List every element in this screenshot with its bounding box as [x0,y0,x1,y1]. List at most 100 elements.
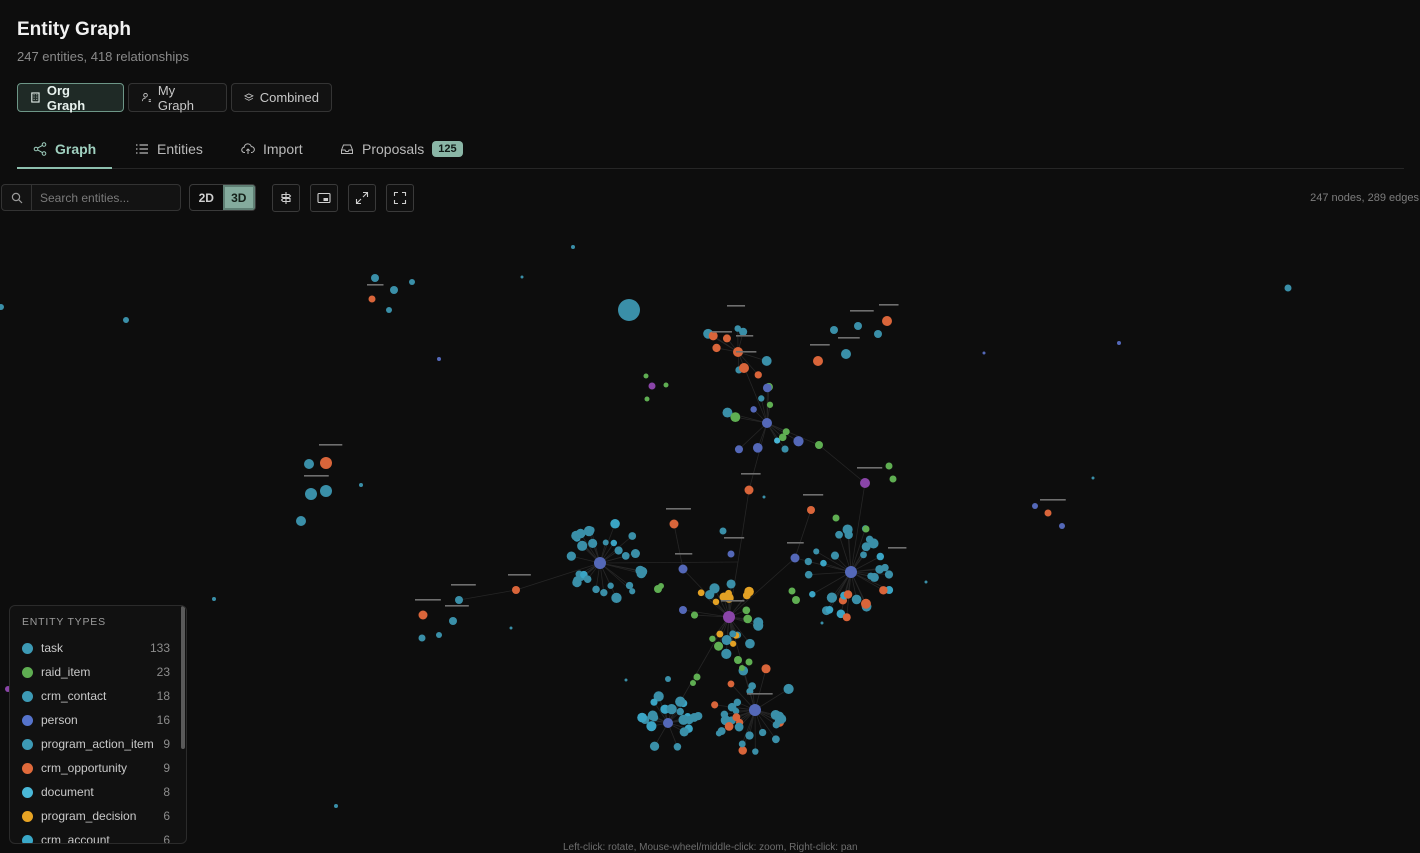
graph-node[interactable] [781,445,788,452]
graph-node[interactable] [691,612,698,619]
graph-node[interactable] [123,317,129,323]
graph-node[interactable] [690,680,696,686]
graph-node[interactable] [739,665,745,671]
legend-item-crm-account[interactable]: crm_account6 [22,831,170,844]
graph-node[interactable] [625,679,628,682]
graph-node[interactable] [789,588,796,595]
graph-node[interactable] [369,296,376,303]
graph-node[interactable] [844,590,853,599]
graph-node[interactable] [730,412,740,422]
labels-toggle-button[interactable] [272,184,300,212]
graph-node[interactable] [745,486,754,495]
graph-node[interactable] [638,567,647,576]
graph-node[interactable] [727,579,736,588]
graph-node[interactable] [521,276,524,279]
graph-node[interactable] [1059,523,1065,529]
graph-node[interactable] [670,520,679,529]
graph-node[interactable] [0,304,4,310]
graph-node[interactable] [758,395,764,401]
graph-node[interactable] [772,735,780,743]
graph-node[interactable] [870,573,879,582]
tab-graph[interactable]: Graph [33,131,96,167]
graph-node[interactable] [667,704,677,714]
graph-node[interactable] [720,528,727,535]
graph-node[interactable] [571,245,575,249]
graph-node[interactable] [791,554,800,563]
graph-node[interactable] [1092,477,1095,480]
graph-node[interactable] [807,506,815,514]
graph-node[interactable] [833,515,840,522]
graph-node[interactable] [761,664,770,673]
graph-node[interactable] [305,488,317,500]
graph-node[interactable] [732,713,740,721]
graph-node[interactable] [386,307,392,313]
graph-node[interactable] [637,713,647,723]
graph-node[interactable] [709,331,718,340]
graph-node[interactable] [841,349,851,359]
graph-node[interactable] [618,299,640,321]
graph-node[interactable] [676,708,683,715]
graph-node[interactable] [711,701,718,708]
graph-node[interactable] [877,553,885,561]
graph-node[interactable] [573,576,580,583]
graph-node[interactable] [694,674,701,681]
graph-node[interactable] [734,699,741,706]
graph-node[interactable] [845,531,853,539]
graph-node[interactable] [755,371,762,378]
graph-node[interactable] [629,588,635,594]
graph-node[interactable] [830,326,838,334]
graph-node[interactable] [863,526,870,533]
graph-node[interactable] [762,418,772,428]
graph-node[interactable] [644,374,649,379]
graph-node[interactable] [716,631,723,638]
graph-node[interactable] [698,589,705,596]
minimap-button[interactable] [310,184,338,212]
graph-node[interactable] [805,558,812,565]
graph-node[interactable] [821,622,824,625]
graph-node[interactable] [809,591,815,597]
graph-node[interactable] [296,516,306,526]
graph-node[interactable] [749,704,761,716]
graph-node[interactable] [631,549,640,558]
graph-node[interactable] [610,519,620,529]
graph-node[interactable] [735,445,743,453]
graph-node[interactable] [745,639,755,649]
graph-node[interactable] [860,551,867,558]
graph-node[interactable] [730,641,736,647]
graph-node[interactable] [664,383,669,388]
graph-node[interactable] [861,599,871,609]
graph-node[interactable] [713,599,719,605]
graph-node[interactable] [805,571,813,579]
graph-node[interactable] [792,596,800,604]
graph-node[interactable] [777,714,786,723]
graph-node[interactable] [709,583,719,593]
graph-node[interactable] [658,583,664,589]
graph-node[interactable] [675,697,685,707]
graph-node[interactable] [649,383,656,390]
graph-node[interactable] [843,613,851,621]
graph-node[interactable] [753,443,763,453]
graph-node[interactable] [611,540,617,546]
graph-node[interactable] [852,595,862,605]
graph-node[interactable] [674,743,682,751]
graph-node[interactable] [742,606,750,614]
graph-node[interactable] [875,565,884,574]
graph-node[interactable] [750,406,756,412]
graph-node[interactable] [739,363,749,373]
graph-node[interactable] [866,536,873,543]
graph-node[interactable] [860,478,870,488]
graph-node[interactable] [793,436,803,446]
graph-node[interactable] [359,483,363,487]
graph-node[interactable] [1117,341,1121,345]
graph-node[interactable] [334,804,338,808]
graph-node[interactable] [925,581,928,584]
graph-node[interactable] [594,557,606,569]
graph-node[interactable] [813,548,819,554]
graph-node[interactable] [304,459,314,469]
graph-node[interactable] [510,627,513,630]
graph-node[interactable] [862,542,871,551]
graph-node[interactable] [584,526,594,536]
graph-node[interactable] [723,611,735,623]
graph-node[interactable] [419,611,428,620]
graph-node[interactable] [320,485,332,497]
